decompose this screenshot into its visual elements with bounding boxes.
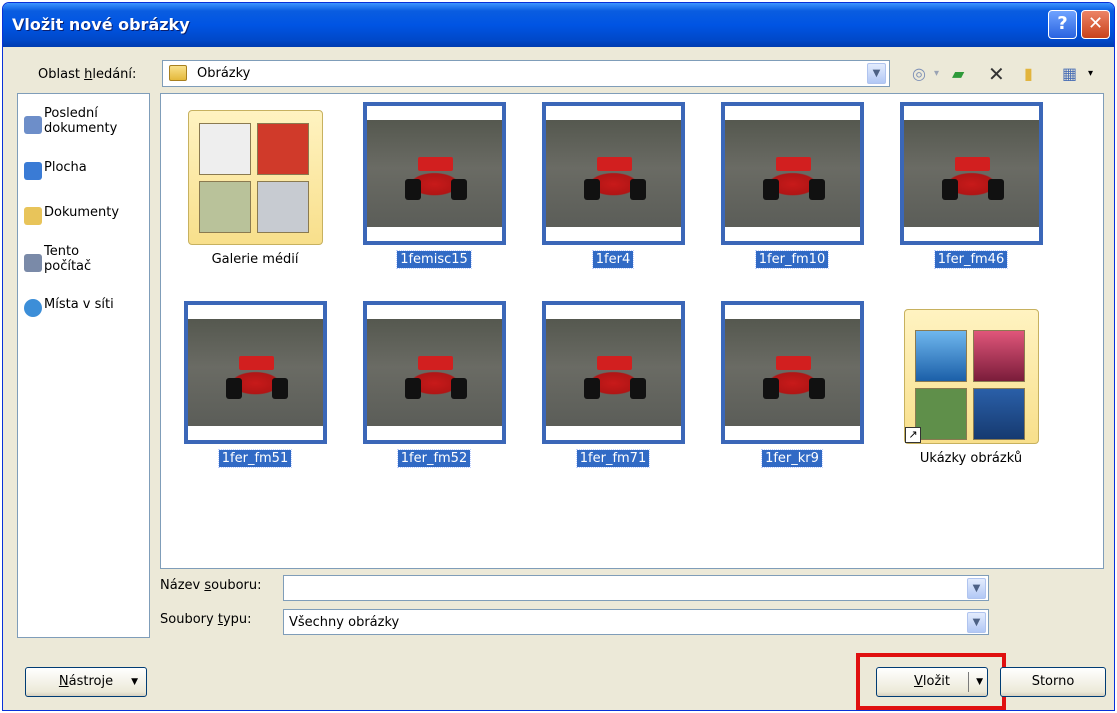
sample-pictures-folder-icon: ↗ <box>904 309 1039 444</box>
look-in-label: Oblast hledání: <box>38 67 137 82</box>
cancel-button[interactable]: Storno <box>1000 667 1106 697</box>
chevron-down-icon[interactable]: ▼ <box>967 578 986 599</box>
file-type-value: Všechny obrázky <box>289 615 400 630</box>
insert-button[interactable]: Vložit ▼ <box>876 667 988 697</box>
place-desktop[interactable]: Plocha <box>24 160 148 180</box>
place-label-2: počítač <box>44 259 92 274</box>
views-dropdown-icon[interactable]: ▾ <box>1088 64 1093 84</box>
up-folder-icon[interactable]: ▰ <box>952 64 964 84</box>
file-name: 1fer_fm52 <box>359 449 509 468</box>
help-button[interactable]: ? <box>1048 10 1077 39</box>
file-type-label: Soubory typu: <box>160 612 252 627</box>
recent-documents-icon <box>24 116 42 134</box>
look-in-value: Obrázky <box>197 66 251 81</box>
file-name: 1fer_fm51 <box>180 449 330 468</box>
close-button[interactable]: ✕ <box>1081 10 1110 39</box>
file-item[interactable]: 1fer_fm52 <box>359 301 509 476</box>
folder-icon <box>169 65 187 81</box>
place-label: Tento <box>44 244 80 259</box>
chevron-down-icon[interactable]: ▼ <box>976 668 983 696</box>
chevron-down-icon[interactable]: ▼ <box>967 612 986 633</box>
place-label: Dokumenty <box>44 205 120 220</box>
place-label: Poslední <box>44 106 98 121</box>
f1-car-thumbnail <box>721 102 864 245</box>
file-name: 1femisc15 <box>359 250 509 269</box>
file-item[interactable]: 1fer_fm71 <box>538 301 688 476</box>
file-name: Galerie médií <box>211 252 299 267</box>
place-label: Plocha <box>44 160 87 175</box>
dialog-title: Vložit nové obrázky <box>12 15 190 34</box>
chevron-down-icon: ▼ <box>131 677 138 687</box>
file-item[interactable]: 1fer_fm51 <box>180 301 330 476</box>
f1-car-thumbnail <box>721 301 864 444</box>
place-label: Místa v síti <box>44 297 114 312</box>
back-icon[interactable]: ◎ <box>912 64 926 84</box>
shortcut-arrow-icon: ↗ <box>905 427 921 443</box>
file-item[interactable]: 1fer_fm46 <box>896 102 1046 277</box>
delete-icon[interactable]: ✕ <box>988 64 1005 84</box>
new-folder-icon[interactable]: ▮ <box>1024 64 1033 84</box>
file-item[interactable]: ↗ Ukázky obrázků <box>896 301 1046 476</box>
f1-car-thumbnail <box>542 102 685 245</box>
places-bar: Poslední dokumenty Plocha Dokumenty Tento… <box>17 93 150 638</box>
place-documents[interactable]: Dokumenty <box>24 205 148 225</box>
views-icon[interactable]: ▦ <box>1062 64 1077 84</box>
tools-button[interactable]: Nástroje ▼ <box>25 667 147 697</box>
place-label-2: dokumenty <box>44 121 118 136</box>
place-network[interactable]: Místa v síti <box>24 297 148 317</box>
chevron-down-icon[interactable]: ▼ <box>867 63 886 84</box>
f1-car-thumbnail <box>184 301 327 444</box>
network-places-icon <box>24 299 42 317</box>
media-gallery-folder-icon <box>188 110 323 245</box>
title-bar[interactable]: Vložit nové obrázky ? ✕ <box>3 3 1114 47</box>
file-name-input[interactable]: ▼ <box>283 575 989 601</box>
place-computer[interactable]: Tento počítač <box>24 244 148 278</box>
f1-car-thumbnail <box>363 102 506 245</box>
look-in-dropdown[interactable]: Obrázky ▼ <box>162 60 890 87</box>
dialog-toolbar: ◎ ▾ ▰ ✕ ▮ ▦ ▾ <box>912 62 1112 86</box>
file-name: Ukázky obrázků <box>919 451 1023 466</box>
documents-folder-icon <box>24 207 42 225</box>
f1-car-thumbnail <box>900 102 1043 245</box>
file-item[interactable]: 1fer_kr9 <box>717 301 867 476</box>
file-item[interactable]: 1femisc15 <box>359 102 509 277</box>
file-name: 1fer_fm46 <box>896 250 1046 269</box>
file-type-select[interactable]: Všechny obrázky ▼ <box>283 609 989 635</box>
file-name: 1fer_kr9 <box>717 449 867 468</box>
f1-car-thumbnail <box>363 301 506 444</box>
file-name: 1fer4 <box>538 250 688 269</box>
place-recent[interactable]: Poslední dokumenty <box>24 106 148 140</box>
file-name: 1fer_fm71 <box>538 449 688 468</box>
file-item[interactable]: 1fer4 <box>538 102 688 277</box>
file-item[interactable]: 1fer_fm10 <box>717 102 867 277</box>
file-list: Galerie médií 1femisc15 1fer4 1fer_fm10 … <box>160 93 1104 569</box>
file-name-label: Název souboru: <box>160 578 262 593</box>
f1-car-thumbnail <box>542 301 685 444</box>
back-dropdown-icon[interactable]: ▾ <box>934 64 939 84</box>
file-item[interactable]: Galerie médií <box>180 102 330 277</box>
computer-icon <box>24 254 42 272</box>
file-name: 1fer_fm10 <box>717 250 867 269</box>
desktop-icon <box>24 162 42 180</box>
